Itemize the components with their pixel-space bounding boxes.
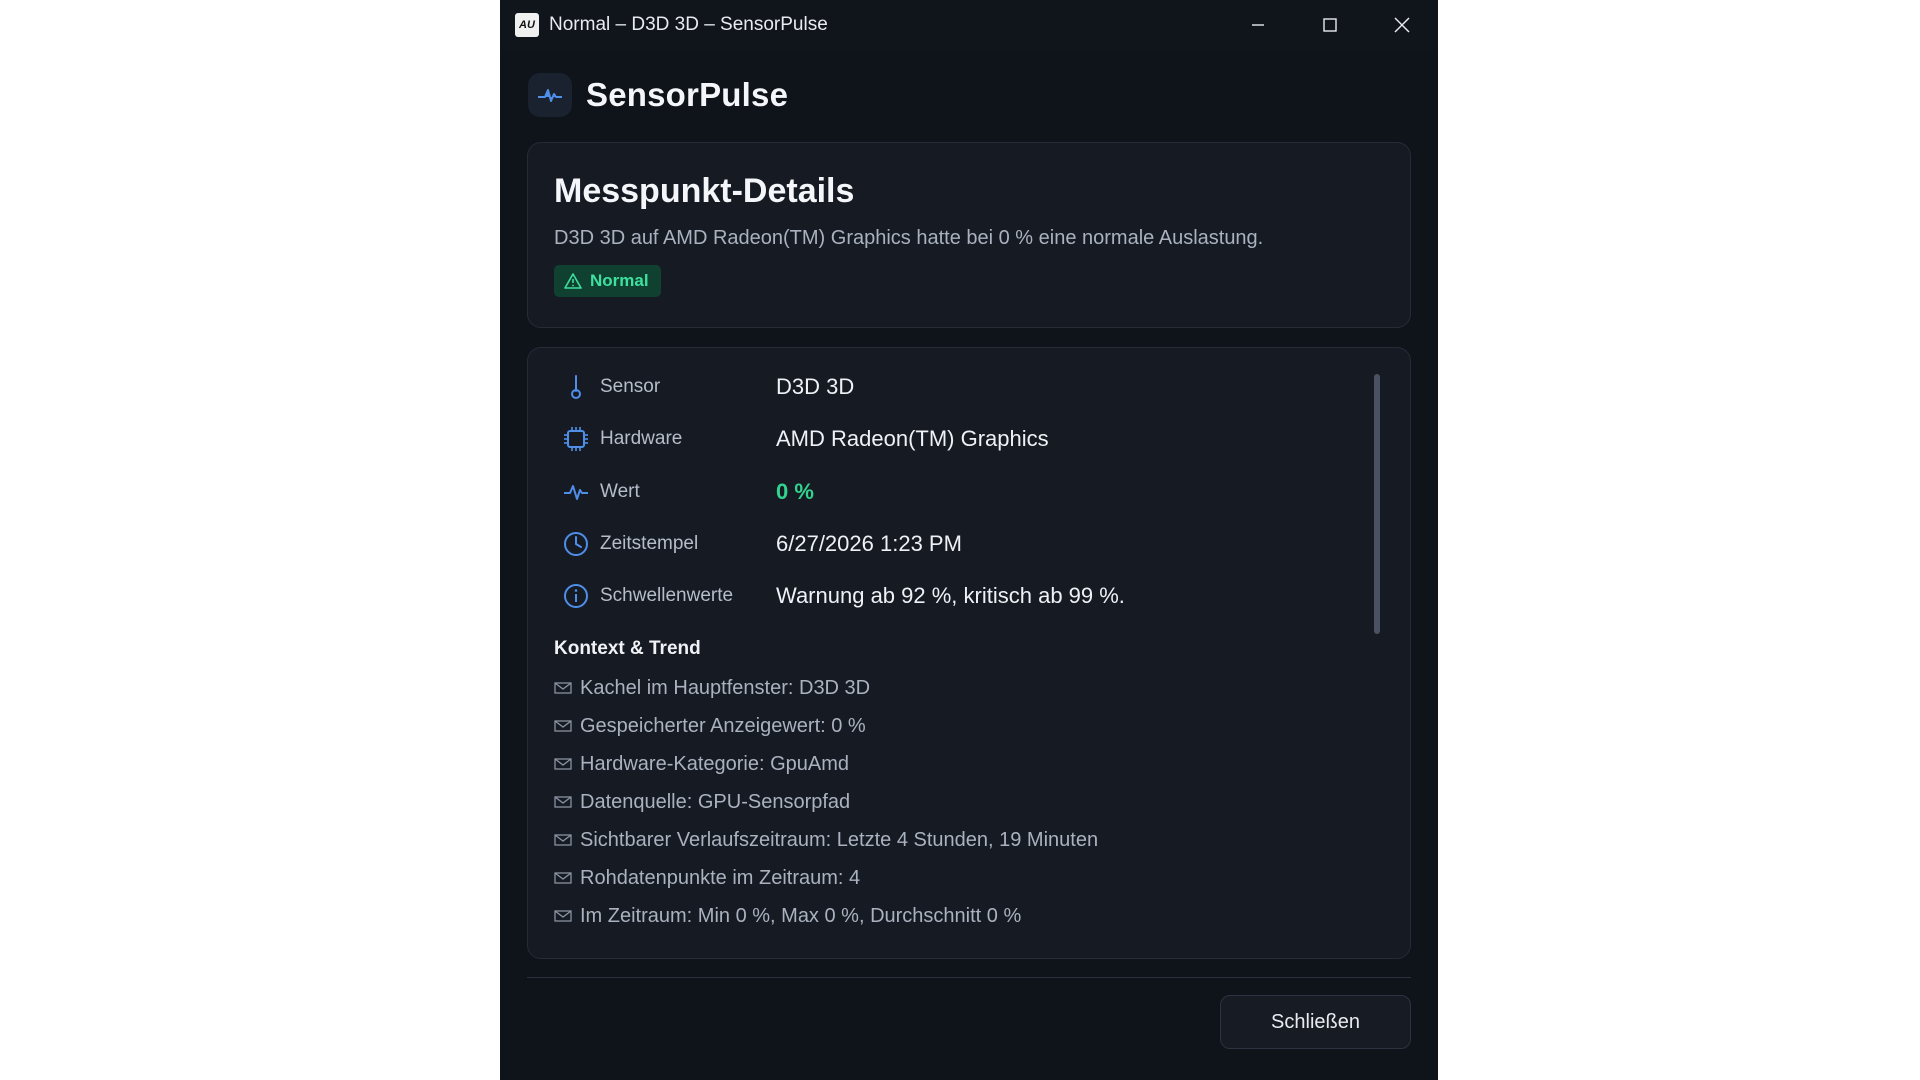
detail-label: Schwellenwerte [600, 585, 734, 606]
detail-label: Wert [600, 481, 640, 502]
page-title: Messpunkt-Details [554, 172, 855, 210]
context-item-text: Sichtbarer Verlaufszeitraum: Letzte 4 St… [580, 828, 1099, 851]
detail-value: 0 % [776, 479, 814, 504]
window-controls [1222, 0, 1438, 50]
message-icon [554, 682, 572, 694]
info-icon [563, 583, 589, 609]
pulse-icon [528, 73, 572, 117]
footer-divider [527, 977, 1411, 978]
detail-label: Hardware [600, 428, 683, 449]
context-section-title: Kontext & Trend [554, 638, 701, 659]
detail-value: Warnung ab 92 %, kritisch ab 99 %. [776, 583, 1125, 608]
minimize-icon [1252, 24, 1264, 26]
context-item-text: Datenquelle: GPU-Sensorpfad [580, 790, 851, 813]
maximize-button[interactable] [1294, 0, 1366, 50]
detail-value: D3D 3D [776, 374, 855, 399]
details-window: AU Normal – D3D 3D – SensorPulse SensorP… [500, 0, 1438, 1080]
chip-icon [563, 426, 589, 452]
context-item-text: Hardware-Kategorie: GpuAmd [580, 752, 850, 775]
message-icon [554, 758, 572, 770]
details-scrollbar[interactable] [1374, 374, 1380, 634]
context-item-text: Kachel im Hauptfenster: D3D 3D [580, 676, 871, 699]
detail-value: AMD Radeon(TM) Graphics [776, 426, 1049, 451]
context-item: Im Zeitraum: Min 0 %, Max 0 %, Durchschn… [554, 901, 1021, 931]
close-button[interactable]: Schließen [1220, 995, 1411, 1049]
header-card: Messpunkt-Details D3D 3D auf AMD Radeon(… [527, 142, 1411, 328]
detail-row-value: Wert 0 % [563, 472, 814, 512]
status-badge: Normal [554, 265, 661, 297]
message-icon [554, 834, 572, 846]
message-icon [554, 872, 572, 884]
context-item: Hardware-Kategorie: GpuAmd [554, 749, 849, 779]
context-item-text: Rohdatenpunkte im Zeitraum: 4 [580, 866, 861, 889]
message-icon [554, 720, 572, 732]
detail-row-thresholds: Schwellenwerte Warnung ab 92 %, kritisch… [563, 576, 1125, 616]
pulse-icon [563, 479, 589, 505]
close-window-button[interactable] [1366, 0, 1438, 50]
clock-icon [563, 531, 589, 557]
warning-triangle-icon [564, 273, 582, 289]
close-icon [1394, 17, 1410, 33]
message-icon [554, 796, 572, 808]
context-item: Datenquelle: GPU-Sensorpfad [554, 787, 850, 817]
brand-header: SensorPulse [528, 73, 788, 117]
detail-row-hardware: Hardware AMD Radeon(TM) Graphics [563, 419, 1049, 459]
context-item-text: Gespeicherter Anzeigewert: 0 % [580, 714, 866, 737]
status-badge-label: Normal [590, 271, 649, 290]
brand-name: SensorPulse [586, 76, 789, 113]
maximize-icon [1323, 18, 1337, 32]
context-item: Sichtbarer Verlaufszeitraum: Letzte 4 St… [554, 825, 1098, 855]
app-logo-icon: AU [515, 13, 539, 37]
message-icon [554, 910, 572, 922]
detail-label: Zeitstempel [600, 533, 699, 554]
thermometer-icon [563, 374, 589, 400]
context-item: Rohdatenpunkte im Zeitraum: 4 [554, 863, 860, 893]
detail-row-timestamp: Zeitstempel 6/27/2026 1:23 PM [563, 524, 962, 564]
minimize-button[interactable] [1222, 0, 1294, 50]
page-description: D3D 3D auf AMD Radeon(TM) Graphics hatte… [554, 227, 1264, 249]
context-item: Gespeicherter Anzeigewert: 0 % [554, 711, 866, 741]
context-item: Kachel im Hauptfenster: D3D 3D [554, 673, 870, 703]
detail-row-sensor: Sensor D3D 3D [563, 367, 854, 407]
detail-label: Sensor [600, 376, 661, 397]
detail-value: 6/27/2026 1:23 PM [776, 531, 962, 556]
context-item-text: Im Zeitraum: Min 0 %, Max 0 %, Durchschn… [580, 904, 1022, 927]
title-bar[interactable]: AU Normal – D3D 3D – SensorPulse [500, 0, 1438, 50]
details-card: Sensor D3D 3D Hardware AMD Radeon(TM) Gr… [527, 347, 1411, 959]
window-title: Normal – D3D 3D – SensorPulse [549, 14, 828, 35]
